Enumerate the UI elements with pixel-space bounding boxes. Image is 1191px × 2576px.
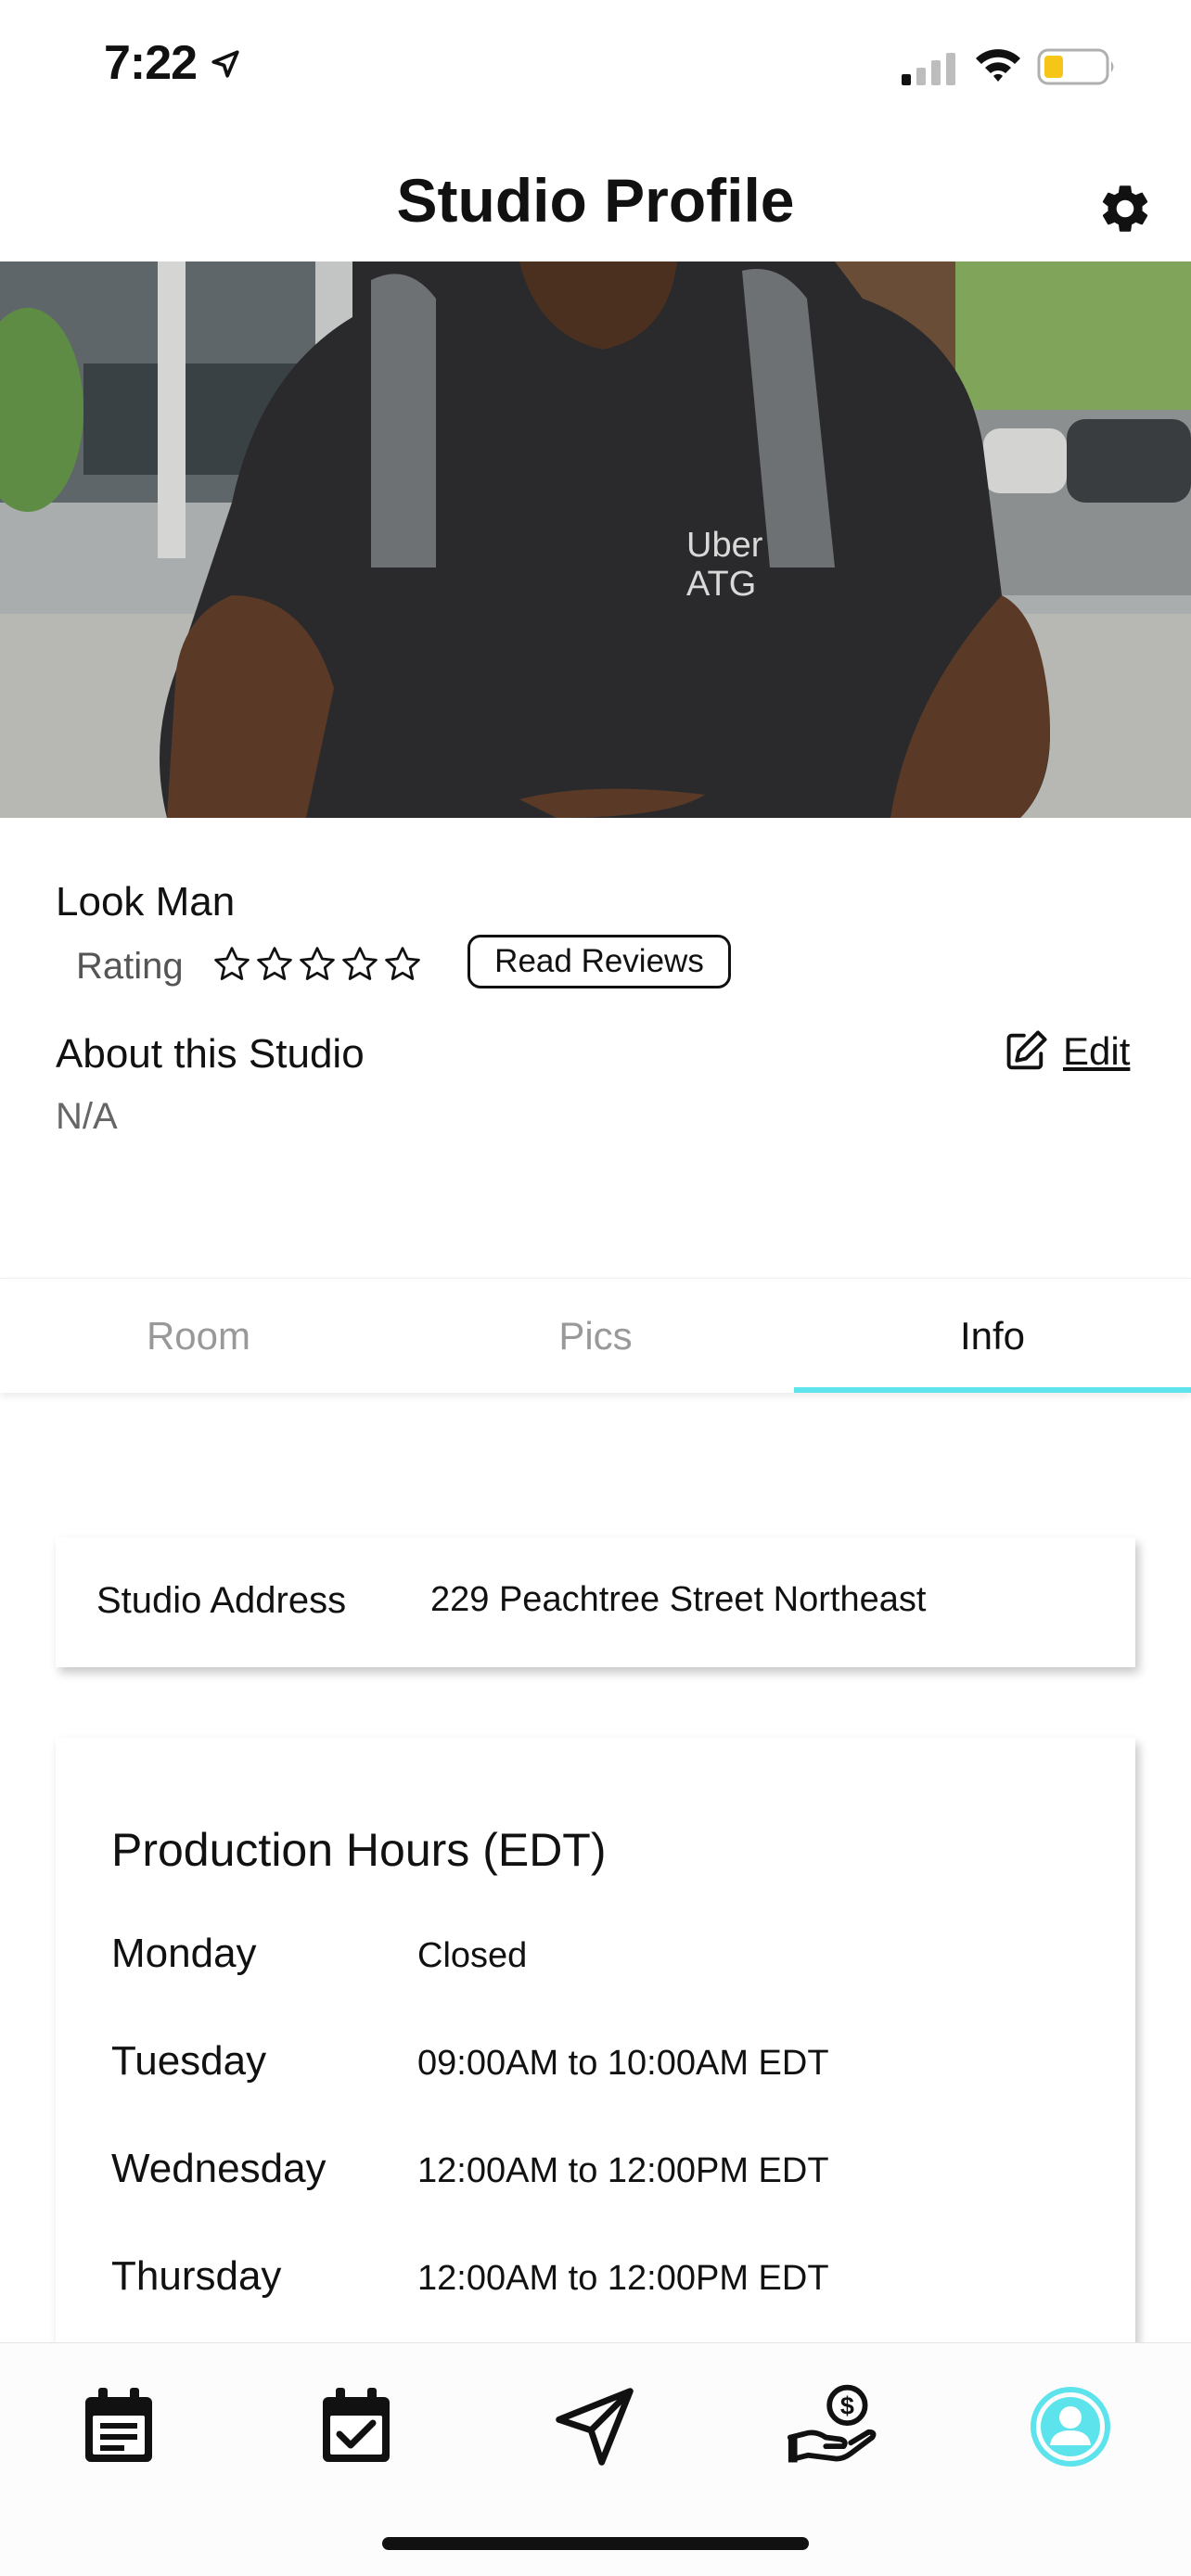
tab-pics[interactable]: Pics: [397, 1279, 794, 1393]
hours-time: 12:00AM to 12:00PM EDT: [417, 2151, 829, 2190]
battery-low-icon: [1037, 48, 1114, 85]
read-reviews-button[interactable]: Read Reviews: [467, 935, 731, 988]
calendar-list-icon: [85, 2388, 152, 2462]
about-studio-text: N/A: [56, 1096, 118, 1137]
profile-tabs: Room Pics Info: [0, 1278, 1191, 1393]
star-empty-icon: [214, 947, 250, 980]
nav-bookings-button[interactable]: [72, 2380, 165, 2473]
status-bar: 7:22: [0, 0, 1191, 130]
rating-stars: [211, 944, 423, 985]
home-indicator: [382, 2537, 809, 2550]
edit-label: Edit: [1063, 1029, 1131, 1073]
rating-label: Rating: [76, 946, 184, 987]
hours-time: 12:00AM to 12:00PM EDT: [417, 2259, 829, 2298]
star-empty-icon: [342, 947, 378, 980]
nav-payments-button[interactable]: $: [787, 2380, 879, 2473]
studio-address-value: 229 Peachtree Street Northeast: [430, 1580, 927, 1619]
status-time: 7:22: [104, 36, 198, 90]
hours-row-wednesday: Wednesday 12:00AM to 12:00PM EDT: [111, 2146, 1095, 2201]
nav-messages-button[interactable]: [548, 2380, 641, 2473]
hand-money-icon: $: [787, 2384, 877, 2463]
svg-text:Uber: Uber: [686, 526, 763, 565]
hours-day: Tuesday: [111, 2038, 267, 2084]
studio-cover-photo: Uber ATG: [0, 261, 1191, 818]
location-arrow-icon: [211, 50, 239, 78]
star-empty-icon: [300, 947, 335, 980]
studio-name: Look Man: [56, 879, 236, 925]
about-studio-heading: About this Studio: [56, 1031, 365, 1077]
profile-avatar-icon: [1031, 2387, 1110, 2467]
production-hours-card: Production Hours (EDT) Monday Closed Tue…: [56, 1738, 1135, 2350]
star-empty-icon: [257, 947, 292, 980]
hours-time: 09:00AM to 10:00AM EDT: [417, 2044, 829, 2083]
tab-info[interactable]: Info: [794, 1279, 1191, 1393]
nav-schedule-button[interactable]: [310, 2380, 403, 2473]
svg-text:$: $: [840, 2392, 854, 2420]
hours-day: Wednesday: [111, 2146, 327, 2191]
hours-day: Monday: [111, 1931, 257, 1976]
gear-icon[interactable]: [1096, 180, 1154, 237]
page-title: Studio Profile: [396, 166, 795, 235]
hours-time: Closed: [417, 1936, 528, 1975]
calendar-check-icon: [323, 2388, 390, 2462]
svg-text:ATG: ATG: [686, 565, 756, 604]
cellular-signal-icon: [902, 53, 955, 85]
production-hours-title: Production Hours (EDT): [111, 1824, 607, 1876]
star-empty-icon: [385, 947, 420, 980]
hours-row-monday: Monday Closed: [111, 1931, 1095, 1986]
tab-room[interactable]: Room: [0, 1279, 397, 1393]
hours-day: Thursday: [111, 2253, 282, 2299]
hours-row-thursday: Thursday 12:00AM to 12:00PM EDT: [111, 2253, 1095, 2309]
edit-button[interactable]: Edit: [1002, 1027, 1130, 1076]
studio-address-label: Studio Address: [96, 1580, 347, 1621]
edit-icon: [1006, 1030, 1047, 1070]
paper-plane-icon: [556, 2388, 634, 2466]
nav-profile-button[interactable]: [1024, 2380, 1117, 2473]
wifi-icon: [976, 49, 1020, 82]
hours-row-tuesday: Tuesday 09:00AM to 10:00AM EDT: [111, 2038, 1095, 2094]
studio-address-card: Studio Address 229 Peachtree Street Nort…: [56, 1537, 1135, 1667]
